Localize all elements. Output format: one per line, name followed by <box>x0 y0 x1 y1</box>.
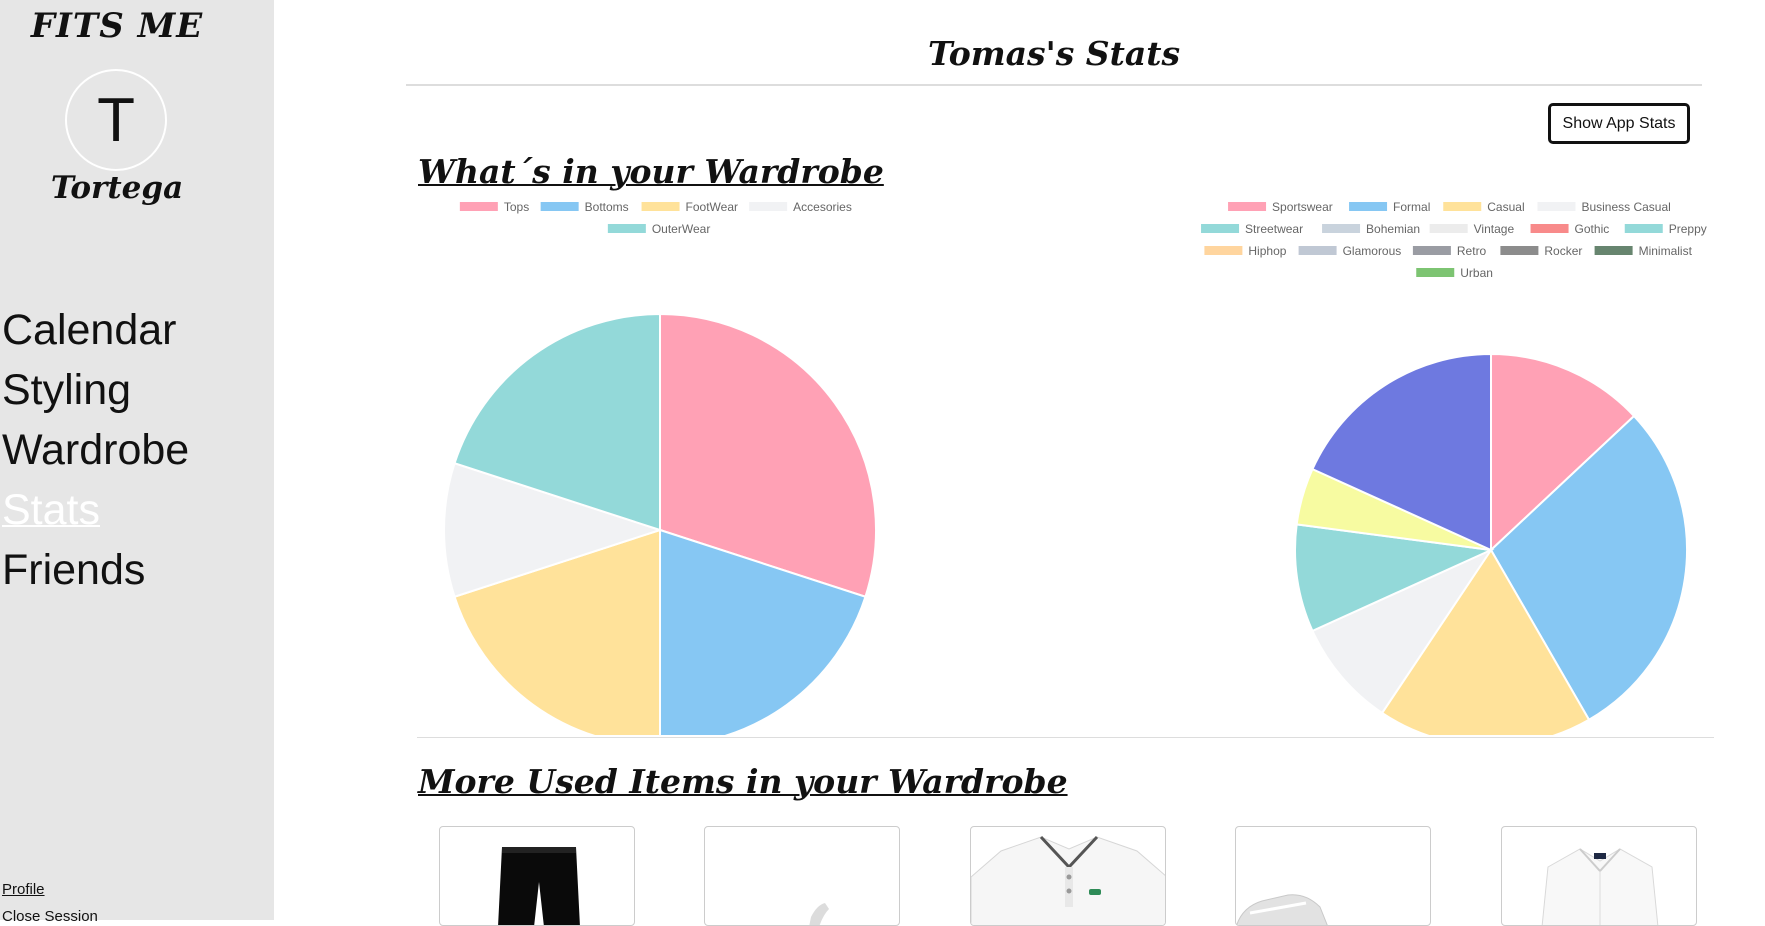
legend-swatch[interactable] <box>1228 202 1267 211</box>
legend-label[interactable]: Hiphop <box>1248 244 1286 258</box>
legend-swatch[interactable] <box>641 202 680 211</box>
item-card[interactable] <box>970 826 1166 926</box>
legend-label[interactable]: Business Casual <box>1581 200 1670 214</box>
title-divider <box>406 84 1702 86</box>
legend-swatch[interactable] <box>1204 246 1243 255</box>
shirt-icon <box>1541 848 1659 925</box>
polo-icon <box>971 835 1165 925</box>
legend-swatch[interactable] <box>1298 246 1337 255</box>
legend-label[interactable]: Retro <box>1457 244 1487 258</box>
legend-label[interactable]: Bottoms <box>585 200 629 214</box>
legend-swatch[interactable] <box>1201 224 1240 233</box>
nav-item-calendar[interactable]: Calendar <box>2 300 189 360</box>
legend-swatch[interactable] <box>1322 224 1361 233</box>
close-session-link[interactable]: Close Session <box>2 908 98 925</box>
legend-label[interactable]: Formal <box>1393 200 1430 214</box>
section-divider <box>417 737 1714 738</box>
legend-label[interactable]: Sportswear <box>1272 200 1333 214</box>
style-pie-chart: Sportswear Formal Casual Business Casual Str… <box>1201 200 1707 735</box>
legend-label[interactable]: Vintage <box>1474 222 1515 236</box>
sneaker-icon <box>809 903 829 925</box>
sneakers-icon <box>1236 894 1328 925</box>
legend-label[interactable]: Preppy <box>1669 222 1707 236</box>
legend-swatch[interactable] <box>1429 224 1468 233</box>
legend-label[interactable]: Accesories <box>793 200 852 214</box>
legend-label[interactable]: Minimalist <box>1639 244 1693 258</box>
show-app-stats-button[interactable]: Show App Stats <box>1548 103 1690 144</box>
nav-item-styling[interactable]: Styling <box>2 360 189 420</box>
nav-item-wardrobe[interactable]: Wardrobe <box>2 420 189 480</box>
username: Tortega <box>50 170 184 206</box>
legend-label[interactable]: Glamorous <box>1343 244 1402 258</box>
legend-swatch[interactable] <box>607 224 646 233</box>
brand-logo[interactable]: FITS ME <box>0 6 234 46</box>
legend-swatch[interactable] <box>1416 268 1455 277</box>
item-card[interactable] <box>704 826 900 926</box>
legend-label[interactable]: Casual <box>1487 200 1524 214</box>
item-card[interactable] <box>1235 826 1431 926</box>
pants-icon <box>498 847 580 925</box>
legend-swatch[interactable] <box>749 202 788 211</box>
legend-label[interactable]: Bohemian <box>1366 222 1420 236</box>
legend-swatch[interactable] <box>540 202 579 211</box>
legend-swatch[interactable] <box>1624 224 1663 233</box>
legend-label[interactable]: Rocker <box>1544 244 1582 258</box>
wardrobe-pie-chart: Tops Bottoms FootWear Accesories OuterWear <box>443 200 877 735</box>
legend-swatch[interactable] <box>1500 246 1539 255</box>
sidebar-nav: Calendar Styling Wardrobe Stats Friends <box>2 300 189 600</box>
section-title-used-items: More Used Items in your Wardrobe <box>418 762 1068 801</box>
page-title: Tomas's Stats <box>927 34 1181 73</box>
item-card[interactable] <box>439 826 635 926</box>
section-title-wardrobe: What´s in your Wardrobe <box>418 152 884 191</box>
avatar[interactable]: T <box>65 69 167 171</box>
legend-label[interactable]: Streetwear <box>1245 222 1303 236</box>
legend-swatch[interactable] <box>1412 246 1451 255</box>
profile-link[interactable]: Profile <box>2 881 45 898</box>
legend-swatch[interactable] <box>1594 246 1633 255</box>
legend-swatch[interactable] <box>1349 202 1388 211</box>
nav-item-friends[interactable]: Friends <box>2 540 189 600</box>
legend-swatch[interactable] <box>459 202 498 211</box>
legend-swatch[interactable] <box>1443 202 1482 211</box>
legend-label[interactable]: Gothic <box>1575 222 1610 236</box>
item-card[interactable] <box>1501 826 1697 926</box>
legend-label[interactable]: Urban <box>1460 266 1493 280</box>
legend-label[interactable]: Tops <box>504 200 529 214</box>
nav-item-stats[interactable]: Stats <box>2 480 189 540</box>
legend-label[interactable]: FootWear <box>686 200 738 214</box>
legend-swatch[interactable] <box>1530 224 1569 233</box>
legend-swatch[interactable] <box>1537 202 1576 211</box>
legend-label[interactable]: OuterWear <box>652 222 710 236</box>
sidebar: FITS ME T Tortega Calendar Styling Wardr… <box>0 0 274 925</box>
